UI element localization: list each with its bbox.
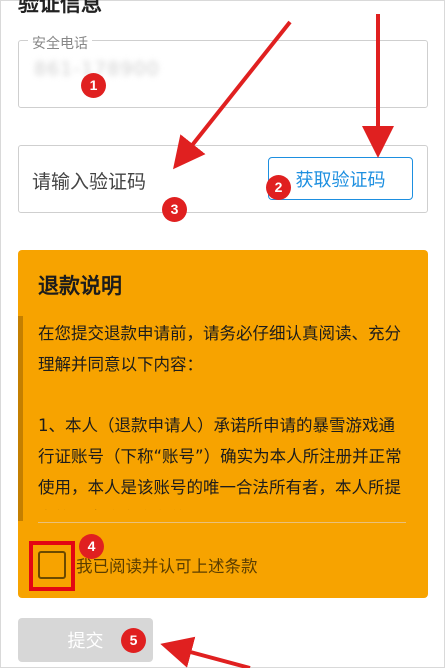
agree-checkbox-label[interactable]: 我已阅读并认可上述条款 [76, 553, 258, 577]
verification-code-input[interactable] [32, 168, 252, 196]
step-marker-1: 1 [81, 73, 106, 98]
phone-field-label: 安全电话 [28, 33, 92, 53]
refund-intro-text: 在您提交退款申请前，请务必仔细认真阅读、充分理解并同意以下内容： [38, 324, 401, 374]
divider [38, 522, 406, 523]
step-marker-5: 5 [121, 628, 146, 653]
get-code-button[interactable]: 获取验证码 [268, 157, 413, 200]
checkbox-highlight-box [29, 541, 75, 591]
step-marker-4: 4 [79, 534, 104, 559]
scroll-indicator[interactable] [18, 316, 23, 521]
refund-title: 退款说明 [38, 274, 122, 298]
step-marker-2: 2 [266, 175, 291, 200]
section-title: 验证信息 [18, 0, 102, 16]
refund-clause-text: 1、本人（退款申请人）承诺所申请的暴雪游戏通行证账号（下称“账号”）确实为本人所… [38, 416, 402, 510]
step-marker-3: 3 [162, 197, 187, 222]
